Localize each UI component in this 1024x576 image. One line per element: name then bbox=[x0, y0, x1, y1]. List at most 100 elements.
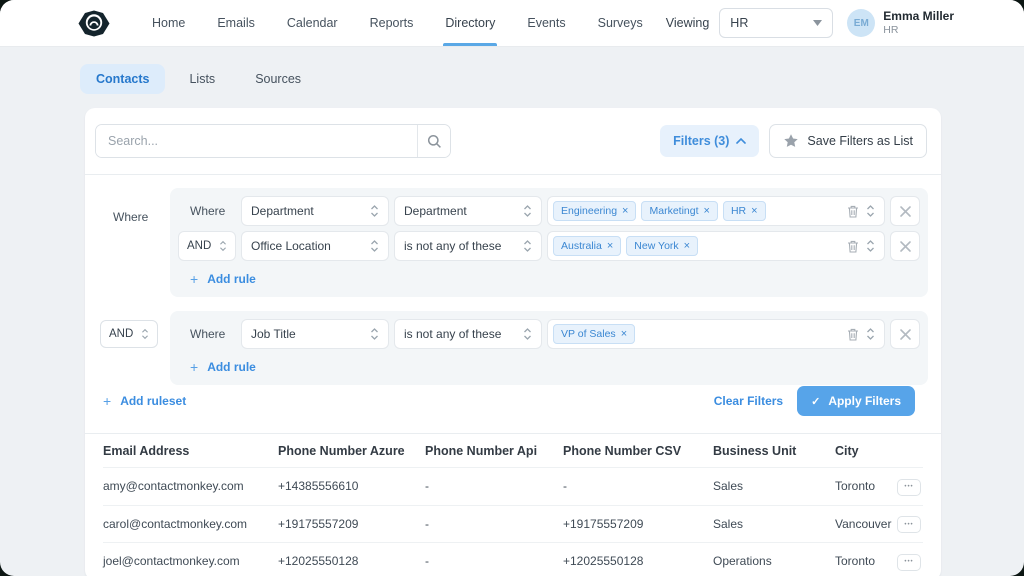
nav-item-surveys[interactable]: Surveys bbox=[582, 0, 659, 46]
cell-business-unit: Operations bbox=[713, 543, 835, 576]
cell-phone-azure: +14385556610 bbox=[278, 468, 425, 506]
clear-filters-button[interactable]: Clear Filters bbox=[714, 394, 783, 408]
cell-phone-azure: +12025550128 bbox=[278, 543, 425, 576]
add-rule-label: Add rule bbox=[207, 360, 256, 374]
tab-sources[interactable]: Sources bbox=[239, 64, 317, 94]
operator-select-value: is not any of these bbox=[404, 239, 501, 253]
viewing-select[interactable]: HR bbox=[719, 8, 833, 38]
apply-filters-label: Apply Filters bbox=[828, 394, 901, 408]
caret-down-icon bbox=[813, 20, 822, 26]
filters-toggle-button[interactable]: Filters (3) bbox=[660, 125, 759, 157]
field-select[interactable]: Department bbox=[241, 196, 389, 226]
tag-label: Australia bbox=[561, 240, 602, 252]
apply-filters-button[interactable]: ✓ Apply Filters bbox=[797, 386, 915, 416]
values-field[interactable]: VP of Sales × bbox=[547, 319, 885, 349]
screenshot-frame: Home Emails Calendar Reports Directory E… bbox=[0, 0, 1024, 576]
search-button[interactable] bbox=[417, 125, 450, 157]
remove-tag-icon[interactable]: × bbox=[621, 329, 627, 340]
contactmonkey-logo-icon[interactable] bbox=[78, 10, 110, 37]
stepper-icon[interactable] bbox=[866, 204, 875, 218]
nav-item-directory[interactable]: Directory bbox=[429, 0, 511, 46]
field-select[interactable]: Job Title bbox=[241, 319, 389, 349]
cell-email: joel@contactmonkey.com bbox=[103, 543, 278, 576]
nav-item-emails[interactable]: Emails bbox=[201, 0, 271, 46]
tab-lists[interactable]: Lists bbox=[173, 64, 231, 94]
user-role: HR bbox=[883, 24, 954, 37]
viewing-label: Viewing bbox=[666, 16, 710, 30]
add-rule-button[interactable]: + Add rule bbox=[190, 359, 256, 375]
values-field[interactable]: Australia × New York × bbox=[547, 231, 885, 261]
app-header: Home Emails Calendar Reports Directory E… bbox=[0, 0, 1024, 47]
directory-tabs: Contacts Lists Sources bbox=[0, 47, 1024, 108]
nav-item-reports[interactable]: Reports bbox=[354, 0, 430, 46]
add-ruleset-button[interactable]: + Add ruleset bbox=[103, 393, 186, 409]
remove-rule-button[interactable] bbox=[890, 319, 920, 349]
stepper-icon bbox=[523, 204, 532, 218]
value-tag: Australia × bbox=[553, 236, 621, 256]
ruleset-connector-value: AND bbox=[109, 328, 133, 340]
stepper-icon[interactable] bbox=[866, 239, 875, 253]
plus-icon: + bbox=[103, 393, 111, 409]
viewing-select-value: HR bbox=[730, 16, 748, 30]
nav-item-events[interactable]: Events bbox=[511, 0, 581, 46]
search-input[interactable] bbox=[96, 125, 417, 157]
clear-values-button[interactable] bbox=[847, 240, 859, 253]
cell-phone-csv: +19175557209 bbox=[563, 505, 713, 543]
cell-business-unit: Sales bbox=[713, 505, 835, 543]
rule-connector-cell: AND bbox=[178, 231, 236, 261]
user-avatar[interactable]: EM bbox=[847, 9, 875, 37]
ruleset-1: Where Department Department bbox=[170, 188, 928, 297]
filters-toggle-label: Filters (3) bbox=[673, 134, 729, 148]
stepper-icon bbox=[141, 328, 149, 340]
cell-phone-api: - bbox=[425, 543, 563, 576]
row-actions-button[interactable]: ••• bbox=[897, 479, 921, 496]
nav-item-home[interactable]: Home bbox=[136, 0, 201, 46]
values-field[interactable]: Engineering × Marketingt × HR × bbox=[547, 196, 885, 226]
rule-connector-cell: Where bbox=[178, 325, 236, 343]
operator-select[interactable]: is not any of these bbox=[394, 319, 542, 349]
row-actions-button[interactable]: ••• bbox=[897, 554, 921, 571]
clear-values-button[interactable] bbox=[847, 205, 859, 218]
close-icon bbox=[899, 240, 912, 253]
filters-footer: + Add ruleset Clear Filters ✓ Apply Filt… bbox=[85, 385, 928, 433]
stepper-icon bbox=[219, 240, 227, 252]
remove-rule-button[interactable] bbox=[890, 231, 920, 261]
stepper-icon[interactable] bbox=[866, 327, 875, 341]
cell-email: amy@contactmonkey.com bbox=[103, 468, 278, 506]
add-rule-button[interactable]: + Add rule bbox=[190, 271, 256, 287]
nav-item-calendar[interactable]: Calendar bbox=[271, 0, 354, 46]
tag-label: Engineering bbox=[561, 205, 617, 217]
operator-select[interactable]: is not any of these bbox=[394, 231, 542, 261]
table-row: joel@contactmonkey.com +12025550128 - +1… bbox=[103, 543, 923, 576]
column-header-business-unit: Business Unit bbox=[713, 434, 835, 468]
save-filters-button[interactable]: Save Filters as List bbox=[769, 124, 927, 158]
stepper-icon bbox=[370, 239, 379, 253]
operator-select[interactable]: Department bbox=[394, 196, 542, 226]
remove-tag-icon[interactable]: × bbox=[622, 206, 628, 217]
clear-values-button[interactable] bbox=[847, 328, 859, 341]
tab-contacts[interactable]: Contacts bbox=[80, 64, 165, 94]
search-icon bbox=[427, 134, 442, 149]
plus-icon: + bbox=[190, 359, 198, 375]
trash-icon bbox=[847, 240, 859, 253]
filters-panel: Where Where Department bbox=[85, 175, 941, 433]
ellipsis-icon: ••• bbox=[904, 484, 913, 490]
remove-rule-button[interactable] bbox=[890, 196, 920, 226]
remove-tag-icon[interactable]: × bbox=[751, 206, 757, 217]
remove-tag-icon[interactable]: × bbox=[704, 206, 710, 217]
field-select-value: Office Location bbox=[251, 239, 331, 253]
connector-select-value: AND bbox=[187, 240, 211, 252]
ruleset-2-gutter: AND bbox=[85, 311, 170, 385]
table-row: carol@contactmonkey.com +19175557209 - +… bbox=[103, 505, 923, 543]
field-select[interactable]: Office Location bbox=[241, 231, 389, 261]
ruleset-1-gutter: Where bbox=[85, 188, 170, 297]
connector-select[interactable]: AND bbox=[178, 231, 236, 261]
field-select-value: Department bbox=[251, 204, 314, 218]
ruleset-connector-select[interactable]: AND bbox=[100, 320, 158, 348]
ellipsis-icon: ••• bbox=[904, 522, 913, 528]
table-row: amy@contactmonkey.com +14385556610 - - S… bbox=[103, 468, 923, 506]
remove-tag-icon[interactable]: × bbox=[607, 241, 613, 252]
remove-tag-icon[interactable]: × bbox=[684, 241, 690, 252]
tag-label: New York bbox=[634, 240, 678, 252]
row-actions-button[interactable]: ••• bbox=[897, 516, 921, 533]
